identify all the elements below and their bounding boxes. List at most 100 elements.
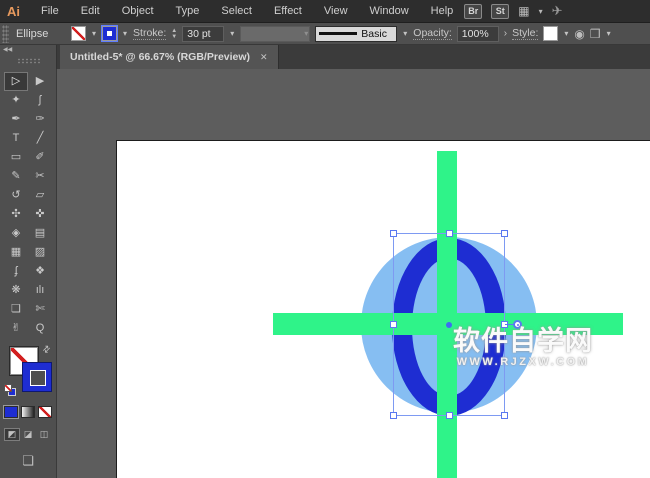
opacity-label[interactable]: Opacity:: [413, 27, 452, 40]
gradient-button[interactable]: [21, 406, 35, 418]
menu-edit[interactable]: Edit: [70, 0, 111, 23]
stepper-down-icon[interactable]: ▼: [171, 34, 177, 40]
selection-handle-w[interactable]: [390, 321, 397, 328]
gradient-tool[interactable]: ▨: [28, 243, 52, 262]
collapse-tools-icon[interactable]: ◀◀: [3, 45, 12, 55]
shape-builder-tool[interactable]: ◈: [4, 224, 28, 243]
document-setup-globe-icon[interactable]: ◉: [574, 27, 584, 41]
color-button[interactable]: [4, 406, 18, 418]
brushes-panel-button[interactable]: Br: [464, 3, 483, 19]
rotate-tool[interactable]: ↺: [4, 186, 28, 205]
scissors-tool[interactable]: ✂: [28, 167, 52, 186]
magic-wand-tool[interactable]: ✦: [4, 91, 28, 110]
selection-handle-s[interactable]: [446, 412, 453, 419]
width-tool[interactable]: ✣: [4, 205, 28, 224]
type-tool[interactable]: T: [4, 129, 28, 148]
selection-handle-se[interactable]: [501, 412, 508, 419]
tab-close-icon[interactable]: ✕: [260, 52, 268, 63]
graphic-styles-panel-button[interactable]: St: [491, 3, 510, 19]
mesh-tool-icon: ▦: [10, 246, 22, 258]
puppet-warp-tool[interactable]: ✜: [28, 205, 52, 224]
shape-builder-tool-icon: ◈: [11, 227, 21, 239]
document-icon[interactable]: ❒: [590, 27, 601, 41]
curvature-tool[interactable]: ✑: [28, 110, 52, 129]
style-swatch[interactable]: [543, 26, 559, 41]
selection-handle-ne[interactable]: [501, 230, 508, 237]
curvature-tool-icon: ✑: [35, 113, 45, 125]
mesh-tool[interactable]: ▦: [4, 243, 28, 262]
zoom-tool[interactable]: Q: [28, 319, 52, 338]
fill-chevron-icon[interactable]: ▾: [91, 29, 97, 38]
draw-normal-mode[interactable]: ◩: [4, 428, 20, 441]
perspective-grid-tool[interactable]: ▤: [28, 224, 52, 243]
document-tab-title: Untitled-5* @ 66.67% (RGB/Preview): [70, 51, 251, 63]
app-logo: Ai: [7, 3, 20, 19]
paintbrush-tool[interactable]: ✐: [28, 148, 52, 167]
pen-tool[interactable]: ✒: [4, 110, 28, 129]
stroke-weight-chevron-icon[interactable]: ▾: [229, 29, 235, 38]
stroke-weight-stepper[interactable]: ▲ ▼: [171, 28, 177, 40]
menu-effect[interactable]: Effect: [263, 0, 313, 23]
selection-widget-circle[interactable]: [513, 320, 522, 329]
selection-handle-nw[interactable]: [390, 230, 397, 237]
menu-help[interactable]: Help: [420, 0, 465, 23]
draw-behind-mode[interactable]: ◪: [20, 428, 36, 441]
swap-fill-stroke-icon[interactable]: ⇄: [40, 343, 53, 356]
selection-tool-icon: ▷: [11, 75, 21, 87]
symbol-sprayer-tool[interactable]: ❋: [4, 281, 28, 300]
stroke-proxy-swatch[interactable]: [22, 362, 52, 392]
menu-view[interactable]: View: [313, 0, 359, 23]
rectangle-tool[interactable]: ▭: [4, 148, 28, 167]
menu-select[interactable]: Select: [210, 0, 263, 23]
tools-panel-grip[interactable]: [17, 58, 41, 64]
control-bar-grip[interactable]: [2, 24, 9, 43]
type-tool-icon: T: [12, 132, 20, 144]
scale-tool-icon: ▱: [35, 189, 45, 201]
slice-tool[interactable]: ✄: [28, 300, 52, 319]
change-screen-mode-icon[interactable]: ❏: [0, 453, 56, 469]
stroke-chevron-icon[interactable]: ▾: [122, 29, 128, 38]
lasso-tool[interactable]: ʃ: [28, 91, 52, 110]
style-label[interactable]: Style:: [512, 27, 539, 40]
brush-chevron-icon[interactable]: ▾: [402, 29, 408, 38]
opacity-more-icon[interactable]: ›: [504, 28, 507, 39]
draw-inside-mode[interactable]: ◫: [36, 428, 52, 441]
variable-width-chevron-icon: ▾: [304, 29, 309, 38]
none-button[interactable]: [38, 406, 52, 418]
brush-definition-dropdown[interactable]: Basic: [315, 25, 398, 42]
menu-object[interactable]: Object: [111, 0, 165, 23]
blend-tool[interactable]: ❖: [28, 262, 52, 281]
cc-sync-icon[interactable]: ✈: [552, 3, 563, 19]
artboard-tool[interactable]: ❏: [4, 300, 28, 319]
stroke-color-swatch[interactable]: [102, 26, 118, 41]
scale-tool[interactable]: ▱: [28, 186, 52, 205]
fill-color-swatch[interactable]: [71, 26, 86, 41]
direct-selection-tool[interactable]: ▶: [28, 72, 52, 91]
menu-file[interactable]: File: [30, 0, 70, 23]
column-graph-tool-icon: ılı: [35, 284, 45, 296]
selection-tool[interactable]: ▷: [4, 72, 28, 91]
opacity-input[interactable]: 100%: [456, 25, 499, 42]
tool-grid: ▷ ▶ ✦ ʃ ✒ ✑ T ╱ ▭ ✐ ✎ ✂ ↺ ▱ ✣ ✜ ◈ ▤ ▦ ▨ ʄ ❖ ❋ ılı ❏ ✄ ✌ Q: [0, 69, 56, 338]
document-tab[interactable]: Untitled-5* @ 66.67% (RGB/Preview) ✕: [60, 45, 279, 69]
hand-tool[interactable]: ✌: [4, 319, 28, 338]
shaper-tool[interactable]: ✎: [4, 167, 28, 186]
style-chevron-icon[interactable]: ▾: [563, 29, 569, 38]
paintbrush-tool-icon: ✐: [35, 151, 45, 163]
pen-tool-icon: ✒: [11, 113, 21, 125]
default-fill-stroke-icon[interactable]: [4, 384, 16, 396]
eyedropper-tool[interactable]: ʄ: [4, 262, 28, 281]
tools-panel: ▷ ▶ ✦ ʃ ✒ ✑ T ╱ ▭ ✐ ✎ ✂ ↺ ▱ ✣ ✜ ◈ ▤ ▦ ▨ ʄ ❖ ❋ ılı ❏ ✄ ✌ Q ⇄ ◩ ◪ ◫ ❏: [0, 69, 57, 478]
menu-type[interactable]: Type: [165, 0, 211, 23]
workspace-chevron-icon[interactable]: ▾: [539, 7, 543, 16]
stroke-weight-input[interactable]: 30 pt: [182, 25, 225, 42]
canvas[interactable]: 软件自学网 WWW.RJZXW.COM: [57, 69, 650, 478]
menu-window[interactable]: Window: [359, 0, 420, 23]
workspace-switcher-icon[interactable]: ▦: [518, 4, 529, 18]
line-segment-tool[interactable]: ╱: [28, 129, 52, 148]
document-chevron-icon[interactable]: ▾: [606, 29, 612, 38]
column-graph-tool[interactable]: ılı: [28, 281, 52, 300]
selection-handle-sw[interactable]: [390, 412, 397, 419]
selection-handle-n[interactable]: [446, 230, 453, 237]
stroke-label[interactable]: Stroke:: [133, 27, 167, 40]
